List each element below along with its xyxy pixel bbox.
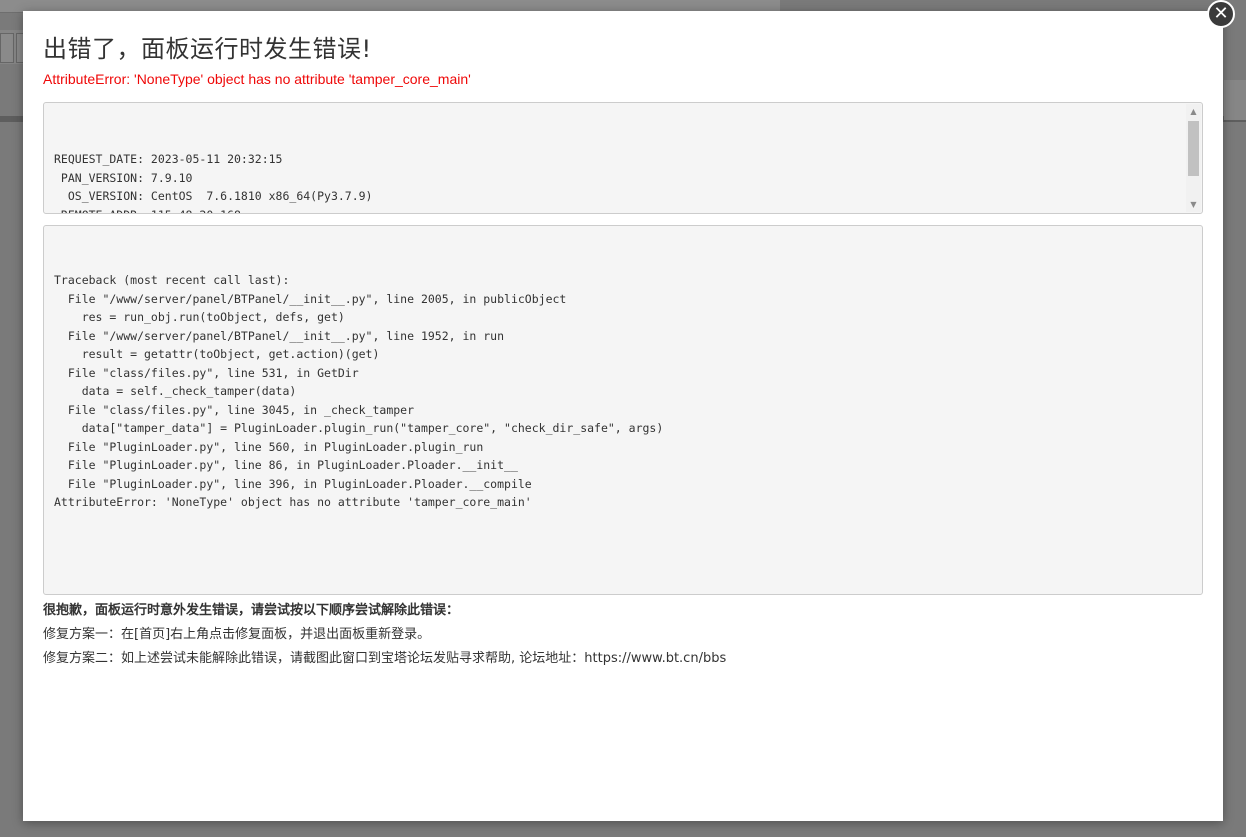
request-info-box[interactable]: REQUEST_DATE: 2023-05-11 20:32:15 PAN_VE…: [43, 102, 1203, 214]
scroll-down-arrow-icon[interactable]: ▼: [1186, 197, 1201, 212]
background-button: [0, 33, 14, 63]
dialog-title: 出错了，面板运行时发生错误!: [43, 35, 372, 63]
request-info-scrollbar[interactable]: ▲ ▼: [1186, 104, 1201, 212]
request-info-text: REQUEST_DATE: 2023-05-11 20:32:15 PAN_VE…: [54, 152, 373, 213]
error-message: AttributeError: 'NoneType' object has no…: [43, 71, 471, 87]
scroll-up-arrow-icon[interactable]: ▲: [1186, 104, 1201, 119]
error-dialog: 出错了，面板运行时发生错误! AttributeError: 'NoneType…: [23, 11, 1223, 821]
close-icon[interactable]: ✕: [1207, 0, 1235, 28]
help-title: 很抱歉，面板运行时意外发生错误，请尝试按以下顺序尝试解除此错误：: [43, 603, 460, 618]
traceback-box[interactable]: Traceback (most recent call last): File …: [43, 225, 1203, 595]
scroll-thumb[interactable]: [1188, 121, 1199, 176]
background-panel-edge: [1224, 80, 1246, 120]
traceback-text: Traceback (most recent call last): File …: [54, 273, 664, 509]
fix-option-2: 修复方案二：如上述尝试未能解除此错误，请截图此窗口到宝塔论坛发贴寻求帮助, 论坛…: [43, 651, 727, 666]
fix-option-1: 修复方案一：在[首页]右上角点击修复面板，并退出面板重新登录。: [43, 627, 431, 642]
